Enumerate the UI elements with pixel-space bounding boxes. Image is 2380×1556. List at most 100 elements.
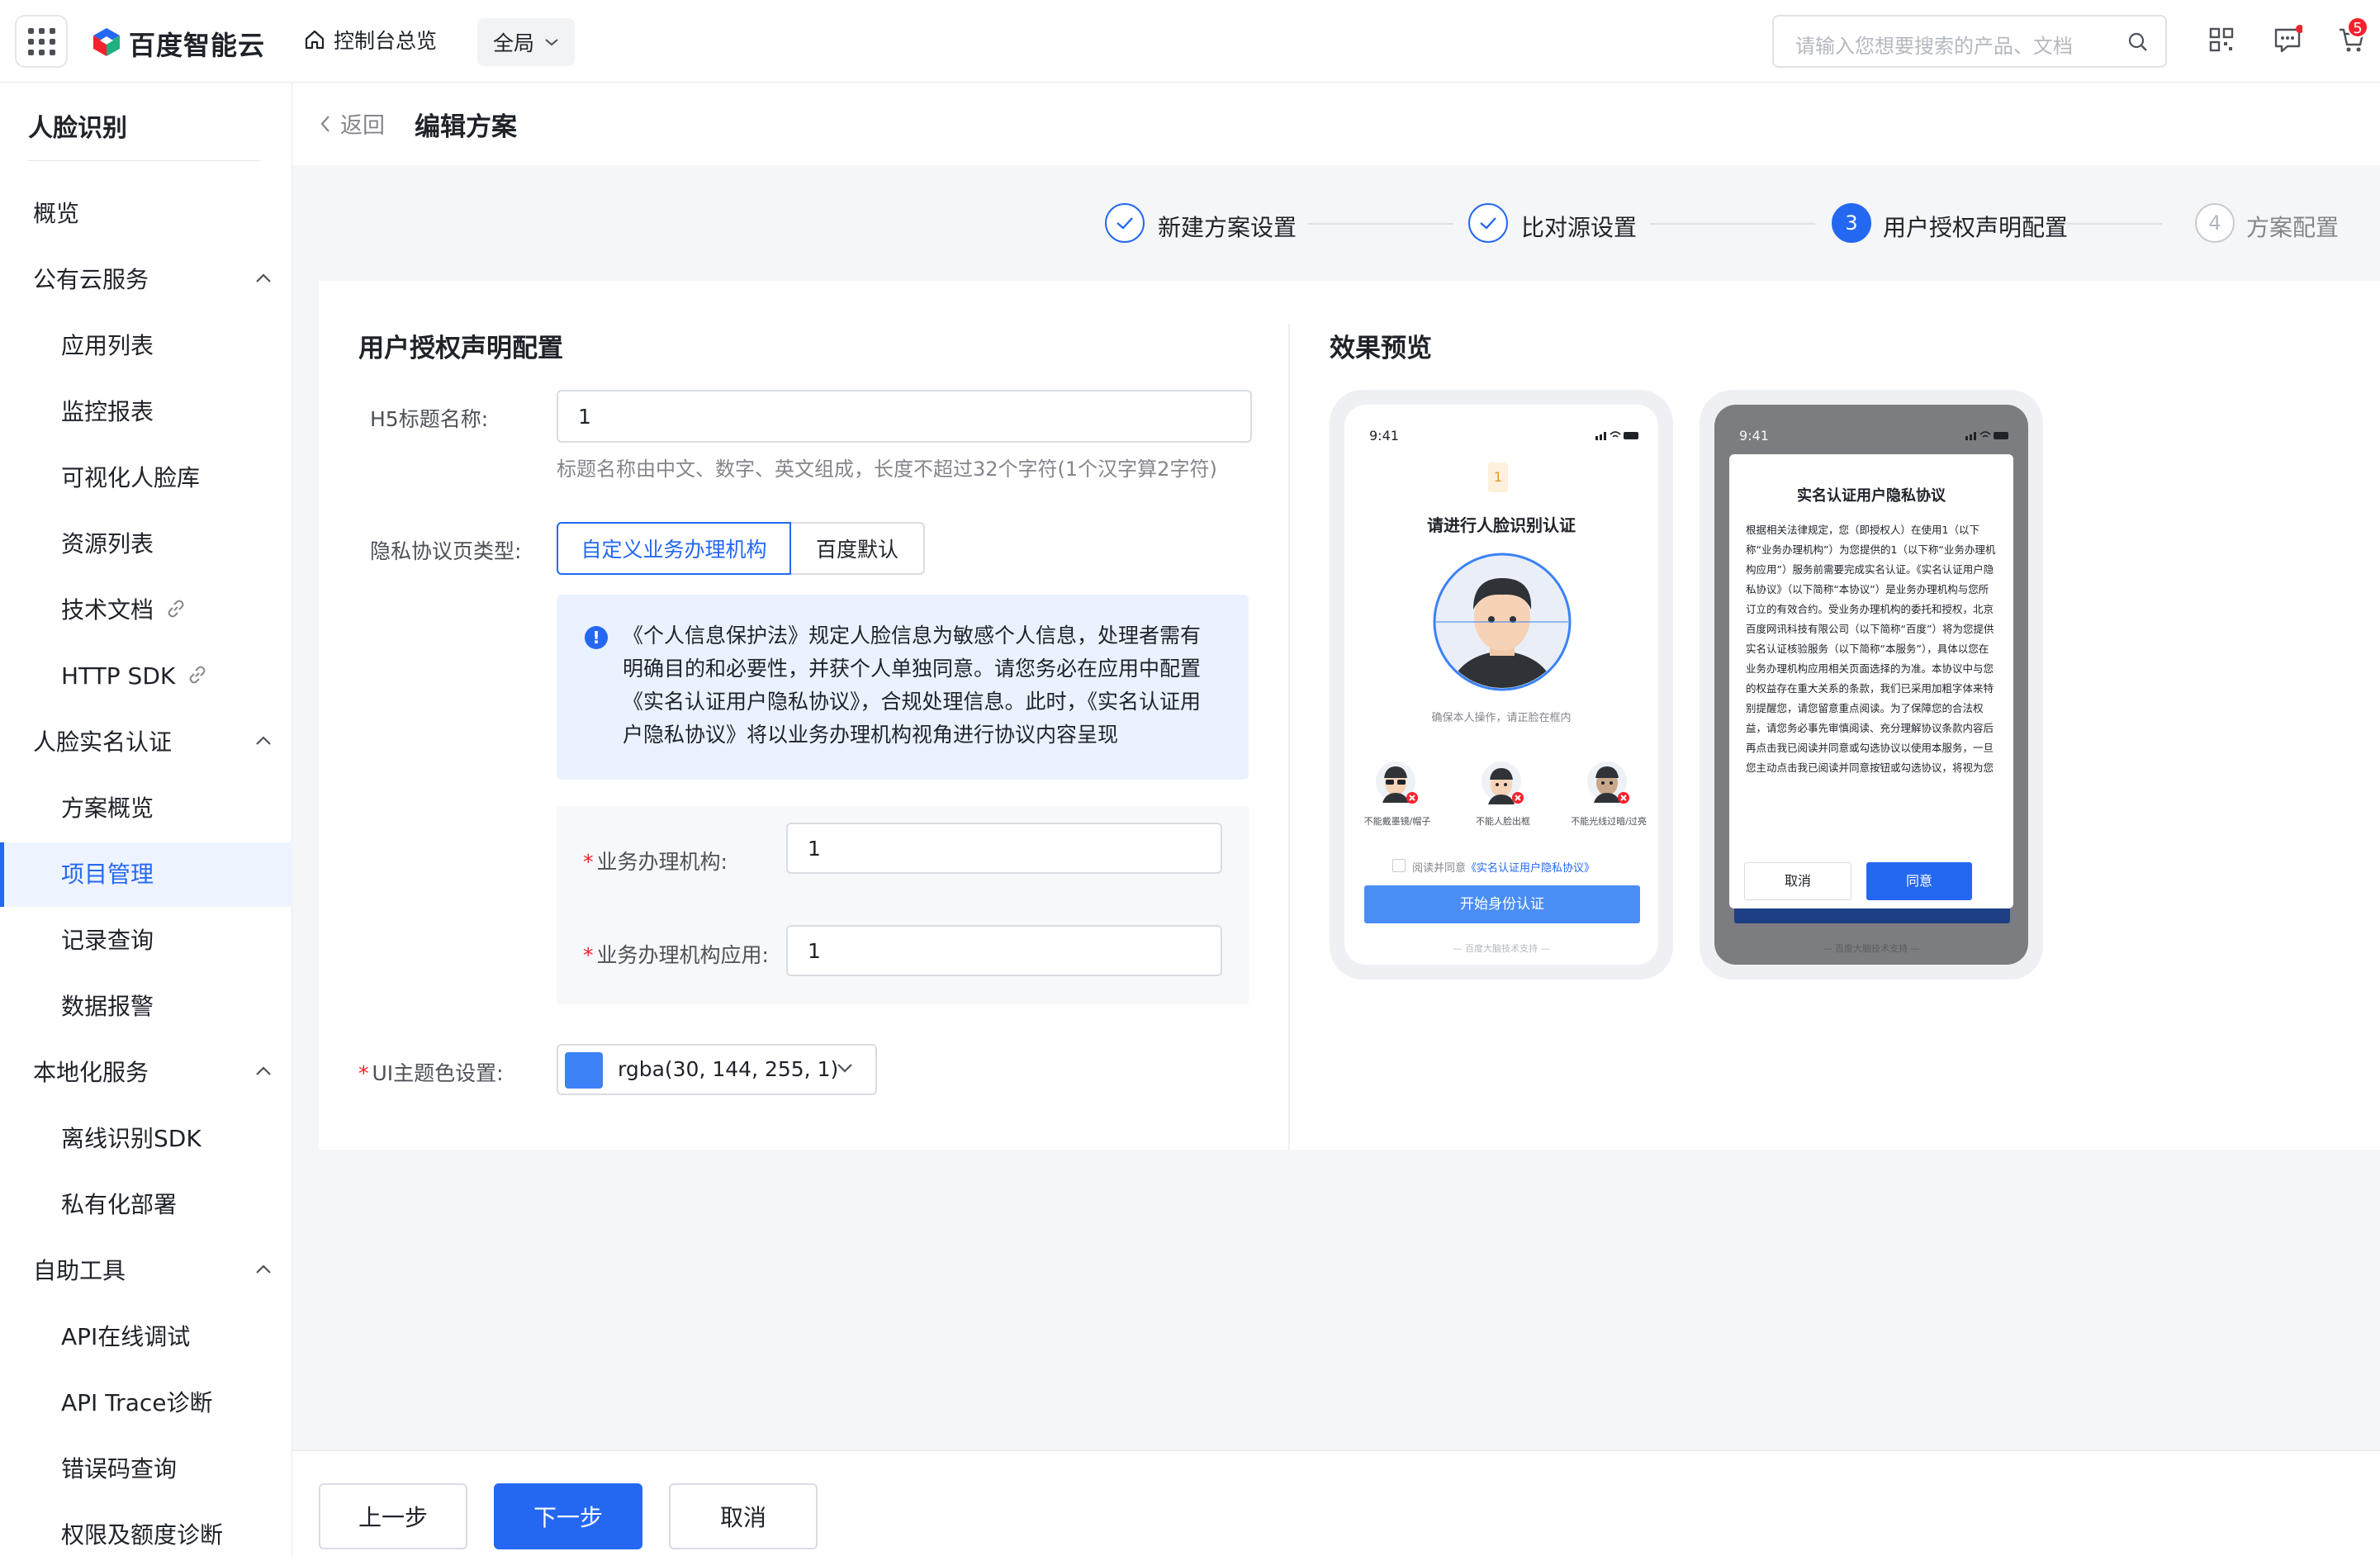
region-selector[interactable]: 全局 (477, 18, 575, 66)
sidebar-item[interactable]: 人脸实名认证 (0, 710, 292, 775)
sidebar-item-label: 自助工具 (33, 1257, 126, 1284)
step-1-label: 新建方案设置 (1158, 214, 1297, 241)
sidebar: 人脸识别 概览公有云服务应用列表监控报表可视化人脸库 资源列表技术文档 HTTP S… (0, 83, 292, 1556)
baidu-cloud-logo-icon[interactable] (91, 26, 122, 58)
back-link[interactable]: 返回 (319, 107, 385, 140)
face-caption: 确保本人操作，请正脸在框内 (1431, 712, 1572, 724)
next-step-button[interactable]: 下一步 (494, 1483, 642, 1549)
color-swatch[interactable] (565, 1052, 603, 1089)
sidebar-item[interactable]: 方案概览 (0, 776, 292, 841)
message-icon[interactable] (2273, 25, 2302, 55)
sidebar-item[interactable]: 公有云服务 (0, 248, 292, 312)
tip-label: 不能戴墨镜/帽子 (1363, 816, 1431, 827)
sidebar-item[interactable]: 私有化部署 (0, 1173, 292, 1237)
sidebar-item[interactable]: 技术文档 (0, 578, 292, 643)
search-icon[interactable] (2127, 31, 2149, 53)
sidebar-item-label: 资源列表 (61, 530, 154, 557)
status-bar-icons (1965, 431, 2008, 440)
dialog-agree-button[interactable]: 同意 (1866, 862, 1972, 900)
step-connector (1650, 223, 1815, 225)
product-menu-grid-icon[interactable] (15, 15, 68, 68)
sidebar-item-label: 权限及额度诊断 (61, 1521, 224, 1549)
h5-title-label: H5标题名称: (370, 407, 489, 431)
sidebar-title: 人脸识别 (28, 114, 127, 143)
sidebar-item-label: 记录查询 (61, 927, 154, 954)
sidebar-item[interactable]: 概览 (0, 182, 292, 246)
sidebar-item-label: 错误码查询 (61, 1455, 178, 1482)
sidebar-item-label: 应用列表 (61, 332, 154, 359)
search-placeholder: 请输入您想要搜索的产品、文档 (1795, 35, 2073, 58)
sidebar-item[interactable]: API在线调试 (0, 1305, 292, 1369)
chevron-down-icon (837, 1064, 852, 1073)
step-connector (1308, 223, 1453, 225)
sidebar-item[interactable]: 权限及额度诊断 (0, 1503, 292, 1556)
sidebar-item[interactable]: 可视化人脸库 (0, 446, 292, 510)
agree-checkbox[interactable] (1392, 859, 1406, 872)
sidebar-item[interactable]: 离线识别SDK (0, 1107, 292, 1171)
sidebar-item[interactable]: 数据报警 (0, 975, 292, 1039)
theme-color-label: * UI主题色设置: (358, 1061, 504, 1085)
qr-code-icon[interactable] (2207, 25, 2236, 55)
step-3-number: 3 (1832, 203, 1871, 243)
sidebar-item[interactable]: 记录查询 (0, 908, 292, 973)
back-label: 返回 (340, 113, 385, 139)
cancel-button[interactable]: 取消 (669, 1483, 818, 1549)
sidebar-item-label: 公有云服务 (33, 266, 149, 293)
chevron-up-icon (256, 1264, 271, 1274)
no-face-out-of-frame-icon (1482, 761, 1524, 804)
info-icon: ! (585, 626, 608, 649)
agree-text: 阅读并同意《实名认证用户隐私协议》 (1412, 862, 1595, 875)
step-2-check-icon (1468, 203, 1508, 243)
theme-color-select[interactable]: rgba(30, 144, 255, 1) (557, 1044, 877, 1095)
sidebar-item-label: API在线调试 (61, 1323, 191, 1350)
sidebar-item-label: API Trace诊断 (61, 1389, 213, 1416)
sidebar-item[interactable]: 资源列表 (0, 512, 292, 576)
sidebar-divider (28, 160, 259, 161)
status-bar-icons (1595, 431, 1638, 440)
h5-title-hint: 标题名称由中文、数字、英文组成，长度不超过32个字符(1个汉字算2字符) (557, 458, 1217, 481)
step-connector (2065, 223, 2162, 225)
title-badge: 1 (1488, 463, 1508, 492)
dialog-title: 实名认证用户隐私协议 (1797, 487, 1946, 505)
sidebar-item[interactable]: 自助工具 (0, 1239, 292, 1303)
sidebar-item-label: 概览 (33, 200, 80, 227)
dialog-cancel-button[interactable]: 取消 (1744, 862, 1851, 900)
sidebar-item-label: 监控报表 (61, 398, 154, 425)
brand-name[interactable]: 百度智能云 (129, 25, 265, 63)
step-progress: 新建方案设置 比对源设置 3 用户授权声明配置 4 方案配置 (1105, 203, 2360, 246)
start-auth-button[interactable]: 开始身份认证 (1364, 885, 1640, 923)
sidebar-item[interactable]: 应用列表 (0, 314, 292, 378)
org-app-input[interactable]: 1 (786, 925, 1222, 976)
sidebar-item-label: 技术文档 (61, 596, 154, 624)
region-label: 全局 (492, 31, 534, 55)
sidebar-item-label: 方案概览 (61, 795, 154, 822)
global-search-input[interactable]: 请输入您想要搜索的产品、文档 (1772, 15, 2167, 68)
sidebar-item-label: 项目管理 (61, 861, 154, 888)
sidebar-item[interactable]: 监控报表 (0, 380, 292, 444)
chevron-down-icon (545, 39, 558, 46)
privacy-notice-alert: ! 《个人信息保护法》规定人脸信息为敏感个人信息，处理者需有明确目的和必要性，并… (557, 595, 1249, 780)
tip-label: 不能光线过暗/过亮 (1571, 816, 1647, 827)
sidebar-item[interactable]: 本地化服务 (0, 1041, 292, 1105)
prev-step-button[interactable]: 上一步 (319, 1483, 467, 1549)
sidebar-item-label: 可视化人脸库 (61, 464, 201, 491)
sidebar-item[interactable]: API Trace诊断 (0, 1371, 292, 1435)
privacy-option-custom[interactable]: 自定义业务办理机构 (557, 522, 791, 575)
h5-title-input[interactable]: 1 (557, 390, 1252, 443)
org-input[interactable]: 1 (786, 823, 1222, 874)
console-home-link[interactable]: 控制台总览 (304, 25, 437, 55)
sidebar-item[interactable]: 错误码查询 (0, 1437, 292, 1501)
sidebar-item-label: 离线识别SDK (61, 1125, 201, 1152)
external-link-icon (168, 600, 184, 618)
tech-support-footer: — 百度大脑技术支持 — (1823, 943, 1920, 954)
sidebar-item[interactable]: HTTP SDK (0, 644, 292, 709)
step-1-check-icon (1105, 203, 1145, 243)
sidebar-item-label: 人脸实名认证 (33, 728, 173, 756)
phone-screen: 9:41 1 请进行人脸识别认证 确保本人操作，请正脸在框内 不能戴墨镜/帽子 … (1344, 405, 1658, 965)
page-header (292, 83, 2380, 165)
privacy-agreement-link[interactable]: 《实名认证用户隐私协议》 (1466, 862, 1595, 875)
sidebar-item[interactable]: 项目管理 (0, 842, 292, 907)
privacy-type-label: 隐私协议页类型: (370, 539, 522, 563)
privacy-option-baidu-default[interactable]: 百度默认 (789, 522, 925, 575)
console-home-label: 控制台总览 (334, 29, 438, 53)
